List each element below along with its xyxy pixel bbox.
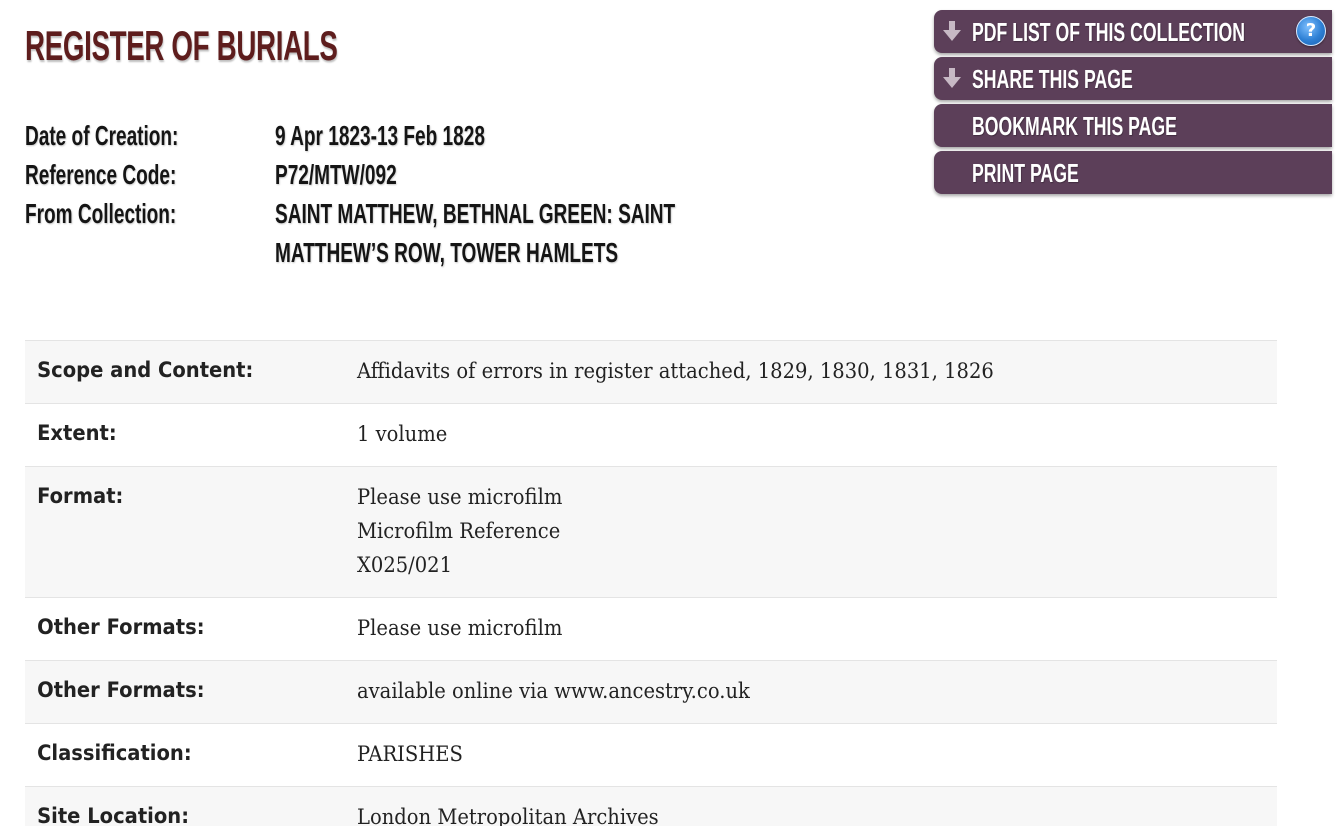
detail-value: London Metropolitan Archives bbox=[357, 800, 1213, 826]
detail-label: Other Formats: bbox=[37, 615, 205, 639]
detail-value-line: 1 volume bbox=[357, 422, 448, 446]
record-summary: Date of Creation: 9 Apr 1823-13 Feb 1828… bbox=[25, 116, 725, 272]
detail-value-line: Affidavits of errors in register attache… bbox=[357, 359, 994, 383]
summary-row-collection: From Collection: SAINT MATTHEW, BETHNAL … bbox=[25, 194, 725, 272]
detail-value: Please use microfilm bbox=[357, 611, 1213, 645]
table-row: Classification: PARISHES bbox=[25, 724, 1277, 787]
detail-value-line: London Metropolitan Archives bbox=[357, 805, 659, 826]
summary-row-reference: Reference Code: P72/MTW/092 bbox=[25, 155, 725, 194]
page-title: REGISTER OF BURIALS bbox=[25, 22, 338, 69]
table-row: Site Location: London Metropolitan Archi… bbox=[25, 787, 1277, 826]
reference-code-value: P72/MTW/092 bbox=[275, 159, 397, 190]
detail-value: available online via www.ancestry.co.uk bbox=[357, 674, 1213, 708]
detail-value-line: Microfilm Reference bbox=[357, 519, 561, 543]
details-table: Scope and Content: Affidavits of errors … bbox=[25, 340, 1277, 826]
table-row: Format: Please use microfilm Microfilm R… bbox=[25, 467, 1277, 598]
table-row: Other Formats: Please use microfilm bbox=[25, 598, 1277, 661]
table-row: Extent: 1 volume bbox=[25, 404, 1277, 467]
action-panel: PDF LIST OF THIS COLLECTION ? SHARE THIS… bbox=[934, 10, 1332, 198]
from-collection-value[interactable]: SAINT MATTHEW, BETHNAL GREEN: SAINT MATT… bbox=[275, 194, 683, 272]
detail-value: PARISHES bbox=[357, 737, 1213, 771]
print-page-label: PRINT PAGE bbox=[972, 158, 1079, 188]
table-row: Scope and Content: Affidavits of errors … bbox=[25, 341, 1277, 404]
detail-value-line: available online via www.ancestry.co.uk bbox=[357, 679, 750, 703]
detail-label: Extent: bbox=[37, 421, 117, 445]
summary-label: From Collection: bbox=[25, 198, 177, 229]
detail-label: Classification: bbox=[37, 741, 192, 765]
share-page-button[interactable]: SHARE THIS PAGE bbox=[934, 57, 1332, 100]
download-arrow-icon bbox=[943, 68, 961, 88]
summary-label: Reference Code: bbox=[25, 159, 177, 190]
print-page-button[interactable]: PRINT PAGE bbox=[934, 151, 1332, 194]
pdf-list-button[interactable]: PDF LIST OF THIS COLLECTION ? bbox=[934, 10, 1332, 53]
date-of-creation-value: 9 Apr 1823-13 Feb 1828 bbox=[275, 120, 485, 151]
detail-label: Site Location: bbox=[37, 804, 190, 826]
detail-value-line: PARISHES bbox=[357, 742, 463, 766]
detail-value: 1 volume bbox=[357, 417, 1213, 451]
download-arrow-icon bbox=[943, 21, 961, 41]
detail-value: Affidavits of errors in register attache… bbox=[357, 354, 1213, 388]
summary-label: Date of Creation: bbox=[25, 120, 179, 151]
detail-value-line: Please use microfilm bbox=[357, 485, 563, 509]
bookmark-page-label: BOOKMARK THIS PAGE bbox=[972, 111, 1177, 141]
detail-value: Please use microfilm Microfilm Reference… bbox=[357, 480, 1213, 582]
detail-value-line: Please use microfilm bbox=[357, 616, 563, 640]
share-page-label: SHARE THIS PAGE bbox=[972, 64, 1133, 94]
pdf-list-label: PDF LIST OF THIS COLLECTION bbox=[972, 17, 1246, 47]
bookmark-page-button[interactable]: BOOKMARK THIS PAGE bbox=[934, 104, 1332, 147]
detail-label: Other Formats: bbox=[37, 678, 205, 702]
detail-value-line: X025/021 bbox=[357, 553, 453, 577]
help-icon[interactable]: ? bbox=[1296, 16, 1326, 46]
detail-label: Format: bbox=[37, 484, 124, 508]
detail-label: Scope and Content: bbox=[37, 358, 254, 382]
summary-row-date: Date of Creation: 9 Apr 1823-13 Feb 1828 bbox=[25, 116, 725, 155]
table-row: Other Formats: available online via www.… bbox=[25, 661, 1277, 724]
